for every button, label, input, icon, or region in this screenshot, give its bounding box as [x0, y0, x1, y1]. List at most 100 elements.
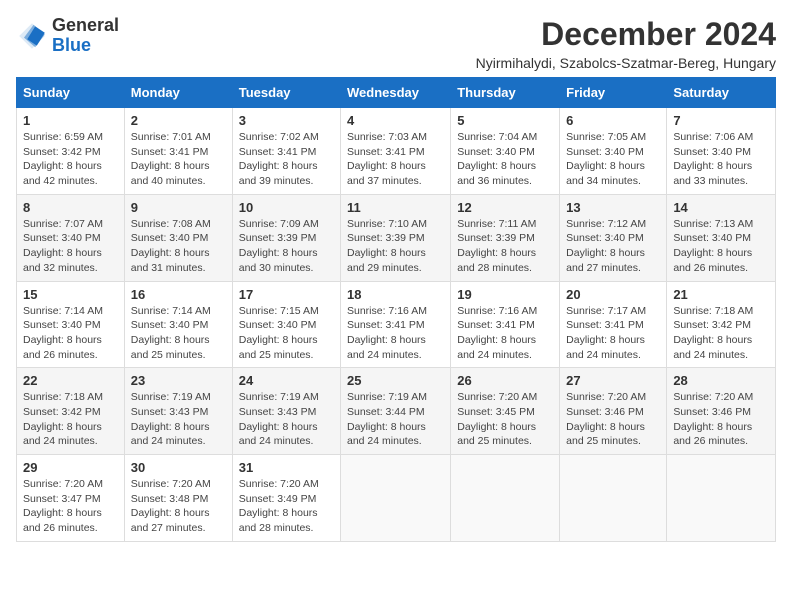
calendar-week-row: 29Sunrise: 7:20 AMSunset: 3:47 PMDayligh… — [17, 455, 776, 542]
day-info: Sunrise: 7:17 AMSunset: 3:41 PMDaylight:… — [566, 304, 660, 363]
calendar-cell: 21Sunrise: 7:18 AMSunset: 3:42 PMDayligh… — [667, 281, 776, 368]
calendar-cell: 22Sunrise: 7:18 AMSunset: 3:42 PMDayligh… — [17, 368, 125, 455]
calendar-cell — [451, 455, 560, 542]
calendar-cell: 23 Sunrise: 7:19 AMSunset: 3:43 PMDayligh… — [124, 368, 232, 455]
weekday-header-thursday: Thursday — [451, 78, 560, 108]
weekday-header-monday: Monday — [124, 78, 232, 108]
day-info: Sunrise: 7:14 AMSunset: 3:40 PMDaylight:… — [131, 304, 226, 363]
day-number: 22 — [23, 373, 118, 388]
calendar-cell: 14 Sunrise: 7:13 AMSunset: 3:40 PMDayligh… — [667, 194, 776, 281]
day-number: 11 — [347, 200, 444, 215]
calendar-week-row: 15 Sunrise: 7:14 AMSunset: 3:40 PMDayligh… — [17, 281, 776, 368]
weekday-header-tuesday: Tuesday — [232, 78, 340, 108]
day-info: Sunrise: 7:14 AMSunset: 3:40 PMDaylight:… — [23, 304, 118, 363]
day-info: Sunrise: 7:05 AMSunset: 3:40 PMDaylight:… — [566, 130, 660, 189]
calendar-cell: 17 Sunrise: 7:15 AMSunset: 3:40 PMDayligh… — [232, 281, 340, 368]
day-number: 1 — [23, 113, 118, 128]
day-number: 24 — [239, 373, 334, 388]
day-info: Sunrise: 7:02 AMSunset: 3:41 PMDaylight:… — [239, 130, 334, 189]
day-number: 23 — [131, 373, 226, 388]
day-number: 19 — [457, 287, 553, 302]
logo-icon — [16, 20, 48, 52]
day-info: Sunrise: 7:04 AMSunset: 3:40 PMDaylight:… — [457, 130, 553, 189]
day-number: 28 — [673, 373, 769, 388]
weekday-header-sunday: Sunday — [17, 78, 125, 108]
calendar-table: SundayMondayTuesdayWednesdayThursdayFrid… — [16, 77, 776, 542]
logo-text: General Blue — [52, 16, 119, 56]
day-number: 27 — [566, 373, 660, 388]
day-info: Sunrise: 7:19 AMSunset: 3:43 PMDaylight:… — [131, 390, 226, 449]
day-info: Sunrise: 7:08 AMSunset: 3:40 PMDaylight:… — [131, 217, 226, 276]
day-number: 25 — [347, 373, 444, 388]
day-number: 30 — [131, 460, 226, 475]
calendar-week-row: 22Sunrise: 7:18 AMSunset: 3:42 PMDayligh… — [17, 368, 776, 455]
calendar-cell: 30Sunrise: 7:20 AMSunset: 3:48 PMDayligh… — [124, 455, 232, 542]
day-number: 26 — [457, 373, 553, 388]
day-info: Sunrise: 7:15 AMSunset: 3:40 PMDaylight:… — [239, 304, 334, 363]
calendar-cell: 6 Sunrise: 7:05 AMSunset: 3:40 PMDaylight… — [560, 108, 667, 195]
day-number: 7 — [673, 113, 769, 128]
calendar-cell: 7 Sunrise: 7:06 AMSunset: 3:40 PMDaylight… — [667, 108, 776, 195]
weekday-header-wednesday: Wednesday — [341, 78, 451, 108]
calendar-cell: 10 Sunrise: 7:09 AMSunset: 3:39 PMDayligh… — [232, 194, 340, 281]
logo: General Blue — [16, 16, 119, 56]
calendar-week-row: 8 Sunrise: 7:07 AMSunset: 3:40 PMDaylight… — [17, 194, 776, 281]
day-number: 12 — [457, 200, 553, 215]
day-number: 6 — [566, 113, 660, 128]
calendar-week-row: 1Sunrise: 6:59 AMSunset: 3:42 PMDaylight… — [17, 108, 776, 195]
title-block: December 2024 Nyirmihalydi, Szabolcs-Sza… — [476, 16, 776, 71]
day-number: 14 — [673, 200, 769, 215]
calendar-body: 1Sunrise: 6:59 AMSunset: 3:42 PMDaylight… — [17, 108, 776, 542]
calendar-cell: 3Sunrise: 7:02 AMSunset: 3:41 PMDaylight… — [232, 108, 340, 195]
day-info: Sunrise: 7:20 AMSunset: 3:46 PMDaylight:… — [673, 390, 769, 449]
calendar-cell: 13Sunrise: 7:12 AMSunset: 3:40 PMDayligh… — [560, 194, 667, 281]
day-info: Sunrise: 7:10 AMSunset: 3:39 PMDaylight:… — [347, 217, 444, 276]
day-info: Sunrise: 7:19 AMSunset: 3:43 PMDaylight:… — [239, 390, 334, 449]
calendar-cell: 16 Sunrise: 7:14 AMSunset: 3:40 PMDayligh… — [124, 281, 232, 368]
day-number: 16 — [131, 287, 226, 302]
day-info: Sunrise: 7:13 AMSunset: 3:40 PMDaylight:… — [673, 217, 769, 276]
day-number: 8 — [23, 200, 118, 215]
calendar-cell: 1Sunrise: 6:59 AMSunset: 3:42 PMDaylight… — [17, 108, 125, 195]
weekday-header-friday: Friday — [560, 78, 667, 108]
day-number: 5 — [457, 113, 553, 128]
calendar-cell: 24 Sunrise: 7:19 AMSunset: 3:43 PMDayligh… — [232, 368, 340, 455]
calendar-cell: 2Sunrise: 7:01 AMSunset: 3:41 PMDaylight… — [124, 108, 232, 195]
calendar-cell: 15 Sunrise: 7:14 AMSunset: 3:40 PMDayligh… — [17, 281, 125, 368]
day-info: Sunrise: 7:07 AMSunset: 3:40 PMDaylight:… — [23, 217, 118, 276]
calendar-cell: 18Sunrise: 7:16 AMSunset: 3:41 PMDayligh… — [341, 281, 451, 368]
day-number: 20 — [566, 287, 660, 302]
weekday-header-row: SundayMondayTuesdayWednesdayThursdayFrid… — [17, 78, 776, 108]
day-number: 4 — [347, 113, 444, 128]
day-number: 10 — [239, 200, 334, 215]
day-info: Sunrise: 7:06 AMSunset: 3:40 PMDaylight:… — [673, 130, 769, 189]
day-number: 31 — [239, 460, 334, 475]
calendar-cell — [341, 455, 451, 542]
day-info: Sunrise: 7:01 AMSunset: 3:41 PMDaylight:… — [131, 130, 226, 189]
day-info: Sunrise: 7:16 AMSunset: 3:41 PMDaylight:… — [457, 304, 553, 363]
day-info: Sunrise: 7:18 AMSunset: 3:42 PMDaylight:… — [673, 304, 769, 363]
calendar-cell — [560, 455, 667, 542]
day-info: Sunrise: 7:20 AMSunset: 3:45 PMDaylight:… — [457, 390, 553, 449]
day-number: 18 — [347, 287, 444, 302]
calendar-cell: 28 Sunrise: 7:20 AMSunset: 3:46 PMDayligh… — [667, 368, 776, 455]
calendar-cell: 25Sunrise: 7:19 AMSunset: 3:44 PMDayligh… — [341, 368, 451, 455]
day-info: Sunrise: 7:20 AMSunset: 3:46 PMDaylight:… — [566, 390, 660, 449]
calendar-cell: 31Sunrise: 7:20 AMSunset: 3:49 PMDayligh… — [232, 455, 340, 542]
day-number: 13 — [566, 200, 660, 215]
day-number: 15 — [23, 287, 118, 302]
day-number: 17 — [239, 287, 334, 302]
calendar-cell: 5 Sunrise: 7:04 AMSunset: 3:40 PMDaylight… — [451, 108, 560, 195]
location-title: Nyirmihalydi, Szabolcs-Szatmar-Bereg, Hu… — [476, 55, 776, 71]
weekday-header-saturday: Saturday — [667, 78, 776, 108]
day-number: 29 — [23, 460, 118, 475]
calendar-cell: 20 Sunrise: 7:17 AMSunset: 3:41 PMDayligh… — [560, 281, 667, 368]
day-info: Sunrise: 7:09 AMSunset: 3:39 PMDaylight:… — [239, 217, 334, 276]
calendar-cell: 12Sunrise: 7:11 AMSunset: 3:39 PMDayligh… — [451, 194, 560, 281]
calendar-cell: 29Sunrise: 7:20 AMSunset: 3:47 PMDayligh… — [17, 455, 125, 542]
calendar-cell: 19 Sunrise: 7:16 AMSunset: 3:41 PMDayligh… — [451, 281, 560, 368]
day-number: 9 — [131, 200, 226, 215]
calendar-cell: 4Sunrise: 7:03 AMSunset: 3:41 PMDaylight… — [341, 108, 451, 195]
calendar-cell: 8 Sunrise: 7:07 AMSunset: 3:40 PMDaylight… — [17, 194, 125, 281]
calendar-cell: 27 Sunrise: 7:20 AMSunset: 3:46 PMDayligh… — [560, 368, 667, 455]
